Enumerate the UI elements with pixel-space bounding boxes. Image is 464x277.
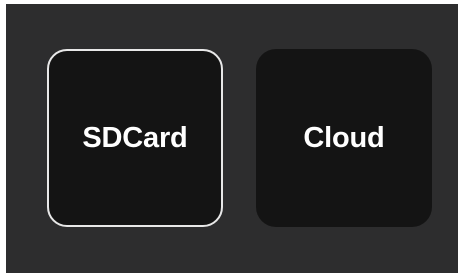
sdcard-option-label: SDCard [82,121,188,154]
sdcard-option-button[interactable]: SDCard [47,49,223,227]
cloud-option-button[interactable]: Cloud [256,49,432,227]
storage-selection-screen: SDCard Cloud [6,4,458,273]
cloud-option-label: Cloud [303,121,385,154]
